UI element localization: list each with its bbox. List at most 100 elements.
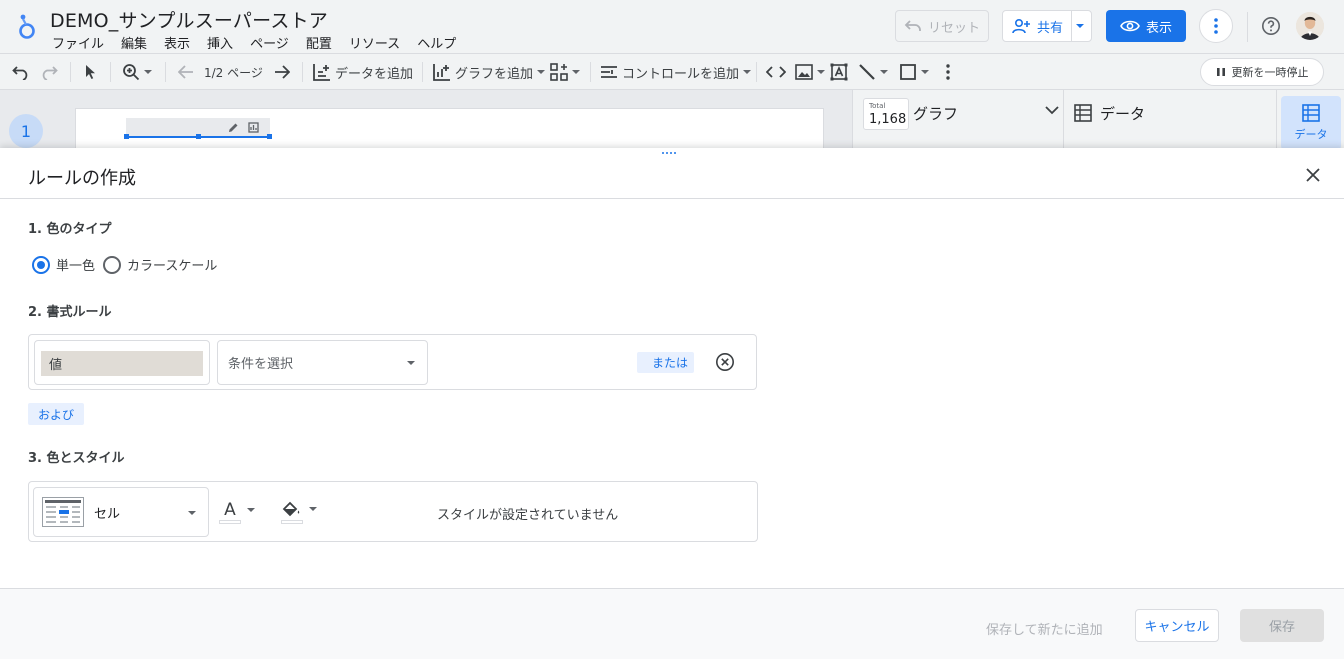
- tune-icon: [601, 66, 617, 78]
- toolbar-divider: [422, 62, 423, 82]
- zoom-in-icon: [123, 64, 140, 81]
- menu-view[interactable]: 表示: [164, 33, 190, 52]
- table-cell-icon: [42, 497, 84, 527]
- resize-handle[interactable]: [267, 134, 272, 139]
- image-button[interactable]: [795, 54, 825, 90]
- pause-update-button[interactable]: 更新を一時停止: [1200, 58, 1324, 86]
- cancel-button[interactable]: キャンセル: [1135, 609, 1219, 642]
- add-data-icon: [313, 64, 330, 81]
- undo-button[interactable]: [12, 54, 30, 90]
- next-page-button[interactable]: [274, 54, 290, 90]
- radio-single-color[interactable]: 単一色: [32, 255, 95, 274]
- fill-bucket-icon: [282, 501, 300, 517]
- menu-file[interactable]: ファイル: [52, 33, 104, 52]
- caret-down-icon: [144, 70, 152, 74]
- selected-chart[interactable]: [124, 118, 272, 139]
- rail-data-label: データ: [1294, 128, 1328, 141]
- chevron-down-icon[interactable]: [1045, 106, 1059, 115]
- arrow-left-icon: [178, 65, 193, 79]
- drag-handle-icon[interactable]: [662, 152, 676, 154]
- looker-studio-logo-icon[interactable]: [16, 12, 38, 40]
- condition-select[interactable]: 条件を選択: [217, 340, 428, 385]
- toolbar-divider: [590, 62, 591, 82]
- chart-properties-panel: Total 1,168 グラフ: [852, 90, 1064, 150]
- header-divider: [1247, 12, 1248, 42]
- user-avatar[interactable]: [1296, 12, 1324, 40]
- radio-color-scale[interactable]: カラースケール: [103, 255, 217, 274]
- toolbar: 1/2 ページ データを追加 グラフを追加 コントロールを追加 更新を一時停止: [0, 54, 1344, 90]
- embed-code-button[interactable]: [766, 54, 786, 90]
- add-control-label: コントロールを追加: [622, 66, 740, 82]
- arrow-right-icon: [275, 65, 290, 79]
- line-icon: [859, 64, 875, 80]
- section-color-type-title: 1. 色のタイプ: [28, 222, 112, 237]
- caret-down-icon: [572, 70, 580, 74]
- and-condition-button[interactable]: および: [28, 403, 84, 425]
- data-tab-title: データ: [1100, 105, 1146, 123]
- close-button[interactable]: [1302, 164, 1324, 186]
- style-target-select[interactable]: セル: [33, 487, 209, 537]
- page-indicator-text: 1/2 ページ: [204, 65, 263, 80]
- resize-handle[interactable]: [124, 134, 129, 139]
- zoom-button[interactable]: [122, 54, 152, 90]
- avatar-image-icon: [1296, 12, 1324, 40]
- view-button[interactable]: 表示: [1106, 10, 1186, 42]
- cursor-arrow-icon: [86, 65, 95, 79]
- caret-down-icon: [309, 507, 317, 511]
- condition-placeholder: 条件を選択: [228, 357, 294, 372]
- or-condition-button[interactable]: または: [637, 352, 694, 373]
- share-button[interactable]: 共有: [1002, 10, 1092, 42]
- rule-field-selector[interactable]: 値: [34, 340, 210, 385]
- text-color-swatch: [219, 520, 241, 524]
- page-number-badge[interactable]: 1: [9, 114, 43, 148]
- toolbar-divider: [110, 62, 111, 82]
- radio-checked-icon[interactable]: [32, 255, 50, 274]
- save-button[interactable]: 保存: [1240, 609, 1324, 642]
- section-color-style-title: 3. 色とスタイル: [28, 451, 125, 466]
- add-chart-button[interactable]: グラフを追加: [433, 54, 546, 90]
- shape-button[interactable]: [899, 54, 929, 90]
- color-style-row: セル A スタイルが設定されていません: [28, 481, 758, 542]
- menu-page[interactable]: ページ: [250, 33, 289, 52]
- caret-down-icon: [880, 70, 888, 74]
- more-vert-icon: [1214, 18, 1218, 34]
- menu-resource[interactable]: リソース: [349, 33, 400, 52]
- menu-help[interactable]: ヘルプ: [417, 33, 456, 52]
- app-header: DEMO_サンプルスーパーストア ファイル 編集 表示 挿入 ページ 配置 リソ…: [0, 0, 1344, 54]
- menu-edit[interactable]: 編集: [121, 33, 147, 52]
- save-and-add-button[interactable]: 保存して新たに追加: [986, 619, 1103, 638]
- share-main[interactable]: 共有: [1003, 11, 1073, 41]
- rule-field-chip[interactable]: 値: [41, 351, 203, 376]
- menu-insert[interactable]: 挿入: [207, 33, 233, 52]
- fill-color-picker[interactable]: [281, 500, 317, 524]
- line-button[interactable]: [858, 54, 888, 90]
- share-dropdown[interactable]: [1072, 11, 1088, 41]
- reset-button[interactable]: リセット: [895, 10, 989, 42]
- add-data-button[interactable]: データを追加: [313, 54, 413, 90]
- code-icon: [766, 66, 786, 78]
- prev-page-button[interactable]: [178, 54, 194, 90]
- more-vert-icon: [946, 64, 950, 80]
- redo-button[interactable]: [40, 54, 58, 90]
- rail-data-button[interactable]: データ: [1281, 96, 1341, 150]
- toolbar-more-button[interactable]: [946, 54, 950, 90]
- edit-pencil-icon[interactable]: [228, 122, 239, 133]
- page-indicator: 1/2 ページ: [204, 54, 263, 90]
- resize-handle[interactable]: [196, 134, 201, 139]
- document-title[interactable]: DEMO_サンプルスーパーストア: [50, 6, 328, 33]
- select-tool-button[interactable]: [84, 54, 96, 90]
- total-label: Total: [869, 102, 886, 110]
- close-icon: [1306, 168, 1320, 182]
- radio-unchecked-icon[interactable]: [103, 255, 122, 274]
- more-options-button[interactable]: [1199, 9, 1233, 43]
- text-box-button[interactable]: [830, 54, 848, 90]
- help-button[interactable]: [1258, 13, 1284, 39]
- toolbar-divider: [70, 62, 71, 82]
- text-color-picker[interactable]: A: [219, 500, 255, 524]
- chart-settings-icon[interactable]: [248, 122, 259, 133]
- remove-rule-icon[interactable]: [715, 352, 735, 372]
- menu-arrange[interactable]: 配置: [306, 33, 332, 52]
- add-control-button[interactable]: コントロールを追加: [600, 54, 752, 90]
- undo-icon: [12, 66, 28, 80]
- community-viz-button[interactable]: [550, 54, 580, 90]
